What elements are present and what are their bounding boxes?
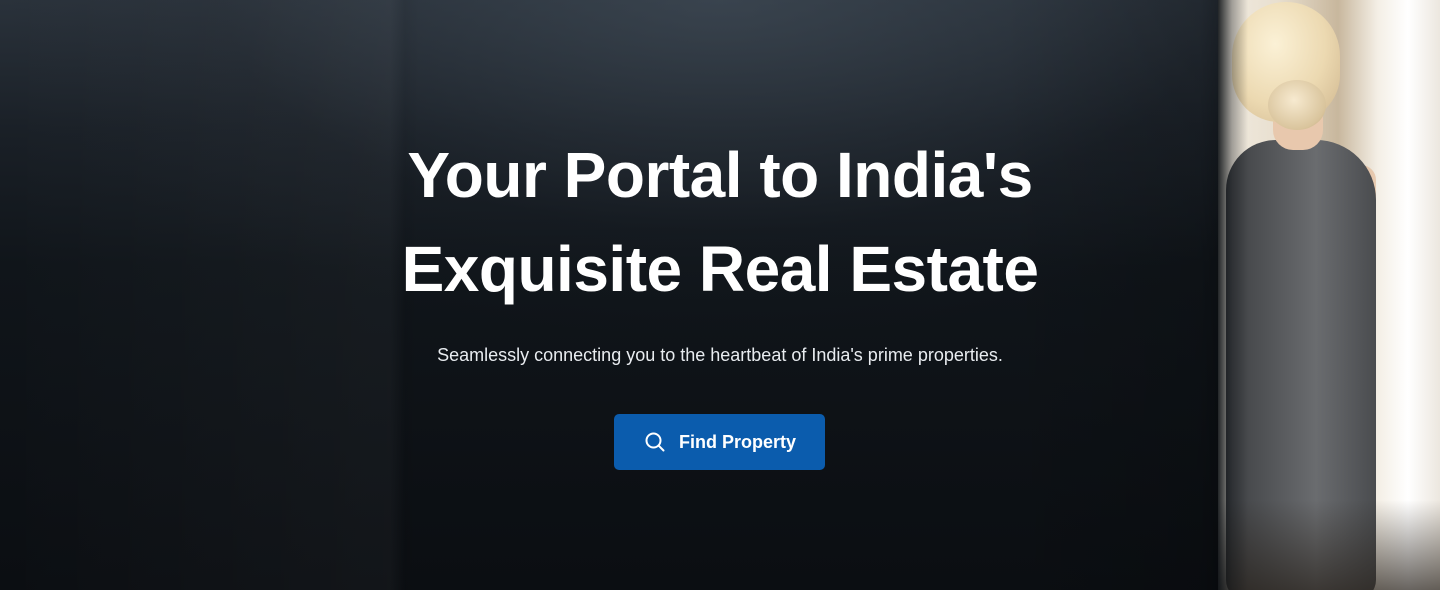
photo-edge-shadow xyxy=(1218,0,1440,590)
hero-title-line-2: Exquisite Real Estate xyxy=(401,233,1039,305)
hero-title: Your Portal to India's Exquisite Real Es… xyxy=(370,128,1070,316)
hero-subtitle: Seamlessly connecting you to the heartbe… xyxy=(437,345,1003,365)
hero-section: Your Portal to India's Exquisite Real Es… xyxy=(0,0,1440,590)
search-icon xyxy=(643,430,667,454)
find-property-label: Find Property xyxy=(678,431,796,452)
hero-photo-woman xyxy=(1218,0,1440,590)
hero-title-line-1: Your Portal to India's xyxy=(407,139,1033,211)
find-property-button[interactable]: Find Property xyxy=(614,414,825,470)
